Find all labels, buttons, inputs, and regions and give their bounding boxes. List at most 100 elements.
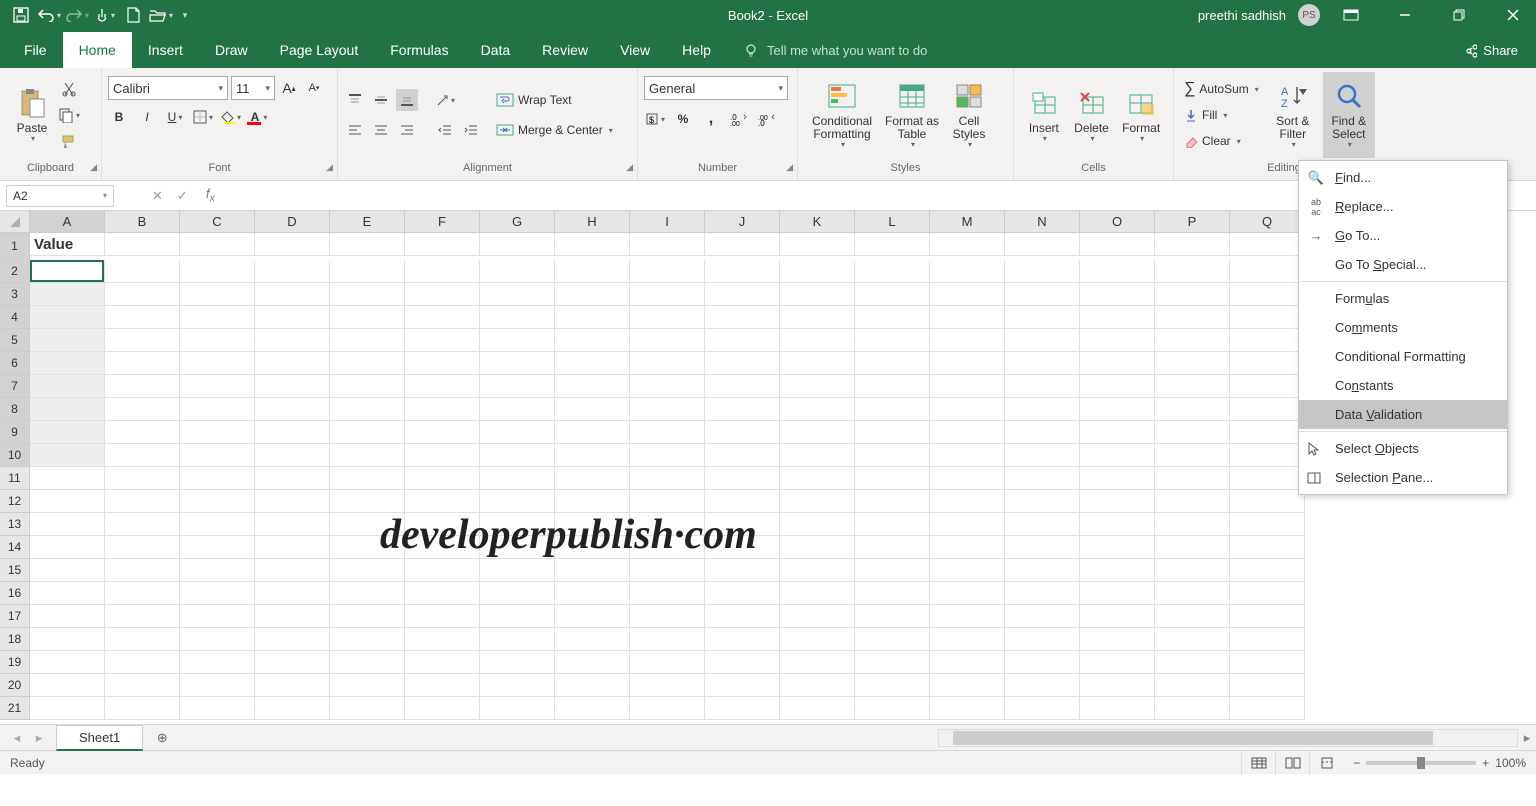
cell[interactable]: [705, 352, 780, 375]
cell[interactable]: [780, 490, 855, 513]
cell[interactable]: [105, 674, 180, 697]
cell[interactable]: [480, 375, 555, 398]
cell[interactable]: [855, 233, 930, 256]
decrease-indent-icon[interactable]: [434, 119, 456, 141]
cell[interactable]: [555, 398, 630, 421]
cell[interactable]: [1230, 283, 1305, 306]
cell[interactable]: [1155, 582, 1230, 605]
column-header[interactable]: Q: [1230, 211, 1305, 233]
cell[interactable]: [930, 260, 1005, 283]
cell[interactable]: [855, 467, 930, 490]
cell[interactable]: [1155, 536, 1230, 559]
column-header[interactable]: A: [30, 211, 105, 233]
autosum-button[interactable]: ∑AutoSum▾: [1180, 77, 1263, 101]
cell[interactable]: [630, 467, 705, 490]
row-header[interactable]: 19: [0, 651, 30, 674]
cell[interactable]: [105, 352, 180, 375]
tab-page-layout[interactable]: Page Layout: [264, 32, 375, 68]
cell[interactable]: [1005, 536, 1080, 559]
cell[interactable]: [630, 582, 705, 605]
cell[interactable]: [255, 651, 330, 674]
cell[interactable]: [480, 605, 555, 628]
cell[interactable]: [1005, 398, 1080, 421]
cell[interactable]: [330, 697, 405, 720]
cell[interactable]: [105, 582, 180, 605]
row-header[interactable]: 10: [0, 444, 30, 467]
cell[interactable]: [480, 651, 555, 674]
cell[interactable]: [780, 674, 855, 697]
cell[interactable]: [705, 444, 780, 467]
cell[interactable]: [1080, 536, 1155, 559]
cell[interactable]: [630, 444, 705, 467]
cell[interactable]: [1155, 559, 1230, 582]
font-size-combo[interactable]: 11▾: [231, 76, 275, 100]
share-button[interactable]: Share: [1445, 33, 1536, 68]
cell[interactable]: [705, 605, 780, 628]
cell[interactable]: [780, 421, 855, 444]
cell[interactable]: [705, 490, 780, 513]
cell[interactable]: [930, 283, 1005, 306]
cell[interactable]: [1080, 467, 1155, 490]
cell[interactable]: [105, 421, 180, 444]
dialog-launcher-icon[interactable]: ◢: [326, 162, 333, 173]
cell[interactable]: [255, 697, 330, 720]
cell[interactable]: [105, 306, 180, 329]
cell[interactable]: [105, 233, 180, 256]
cell[interactable]: [180, 352, 255, 375]
cell[interactable]: [255, 674, 330, 697]
dialog-launcher-icon[interactable]: ◢: [90, 162, 97, 173]
decrease-decimal-icon[interactable]: .00.0: [756, 108, 778, 130]
tab-formulas[interactable]: Formulas: [374, 32, 464, 68]
cell[interactable]: [405, 375, 480, 398]
cell[interactable]: [405, 398, 480, 421]
cell[interactable]: [555, 329, 630, 352]
cell[interactable]: [630, 421, 705, 444]
cell[interactable]: [105, 283, 180, 306]
cell[interactable]: [855, 674, 930, 697]
cell[interactable]: [630, 306, 705, 329]
cell[interactable]: [1230, 306, 1305, 329]
cell[interactable]: [780, 605, 855, 628]
cell[interactable]: [780, 628, 855, 651]
cell[interactable]: [105, 398, 180, 421]
fill-color-icon[interactable]: ▾: [220, 106, 242, 128]
cell[interactable]: [1080, 260, 1155, 283]
cell[interactable]: [1155, 697, 1230, 720]
cell[interactable]: [780, 582, 855, 605]
cell[interactable]: [1005, 306, 1080, 329]
number-format-combo[interactable]: General▾: [644, 76, 788, 100]
cell[interactable]: [555, 375, 630, 398]
cell[interactable]: [930, 233, 1005, 256]
cell[interactable]: [780, 444, 855, 467]
cell[interactable]: [1080, 283, 1155, 306]
cell[interactable]: [180, 628, 255, 651]
cell[interactable]: [1230, 467, 1305, 490]
cell[interactable]: [855, 329, 930, 352]
cell[interactable]: [930, 536, 1005, 559]
cell[interactable]: [30, 628, 105, 651]
cell[interactable]: [630, 674, 705, 697]
cell[interactable]: [1080, 233, 1155, 256]
row-header[interactable]: 14: [0, 536, 30, 559]
cell[interactable]: [630, 233, 705, 256]
tab-file[interactable]: File: [8, 32, 63, 68]
cell[interactable]: [255, 352, 330, 375]
cell[interactable]: [1005, 559, 1080, 582]
cell[interactable]: [1230, 329, 1305, 352]
cell[interactable]: [480, 582, 555, 605]
cell[interactable]: [1005, 513, 1080, 536]
cell[interactable]: [1155, 421, 1230, 444]
cell[interactable]: [1005, 651, 1080, 674]
cell[interactable]: [855, 536, 930, 559]
cell[interactable]: [555, 605, 630, 628]
cell[interactable]: [780, 398, 855, 421]
cell[interactable]: [1230, 233, 1305, 256]
cell[interactable]: [30, 559, 105, 582]
cell[interactable]: [930, 352, 1005, 375]
cell[interactable]: [255, 329, 330, 352]
format-as-table-button[interactable]: Format as Table▾: [880, 72, 944, 158]
cell[interactable]: [480, 260, 555, 283]
cell[interactable]: [630, 260, 705, 283]
menu-replace[interactable]: abacReplace...: [1299, 192, 1507, 221]
cell[interactable]: [105, 467, 180, 490]
